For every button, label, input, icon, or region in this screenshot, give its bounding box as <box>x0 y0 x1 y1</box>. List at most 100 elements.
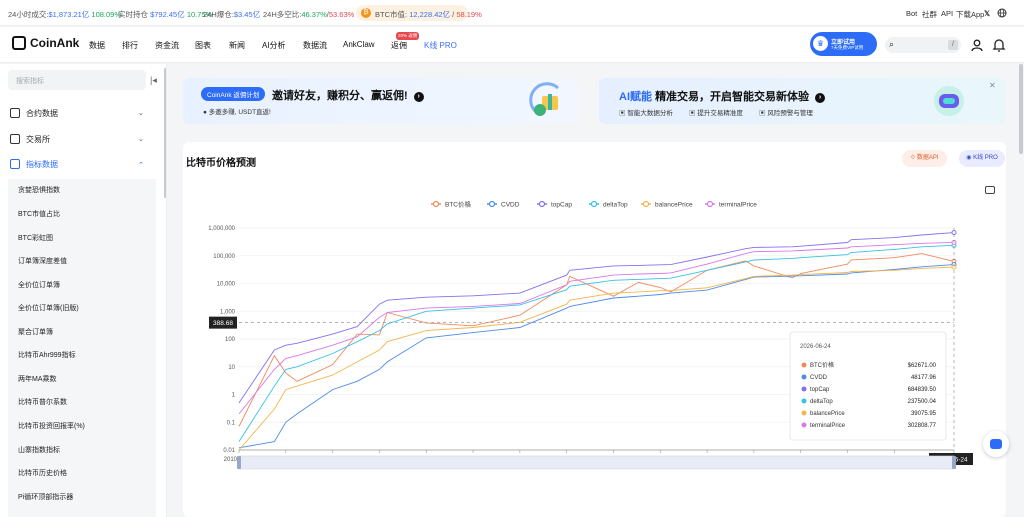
nav-ranking[interactable]: 排行 <box>122 40 138 51</box>
list-item[interactable]: 全价位订单簿(旧版) <box>18 303 79 313</box>
long-short-stat: 24H多空比:46.37%/53.63% <box>263 10 355 19</box>
bell-icon[interactable] <box>992 38 1006 52</box>
list-item[interactable]: 订单簿深度差值 <box>18 256 67 266</box>
y-tick-label: 100 <box>225 337 236 343</box>
page-scrollbar[interactable] <box>1019 64 1023 154</box>
ai-trading-banner[interactable]: AI赋能 精准交易，开启智能交易新体验 › ▣ 智能大数据分析 ▣ 提升交易精准度… <box>599 78 1006 124</box>
x-icon[interactable]: 𝕏 <box>984 9 990 18</box>
list-item[interactable]: 比特币投资回报率(%) <box>18 421 85 431</box>
y-tick-label: 10,000 <box>217 282 236 288</box>
nav-ai-analysis[interactable]: AI分析 <box>262 40 286 51</box>
price-prediction-card: 比特币价格预测 ⟐ 数据API ◉ K线 PRO BTC价格 CVDD topCap… <box>183 142 1006 517</box>
ai-robot-icon <box>934 86 964 116</box>
tooltip-swatch <box>801 422 807 428</box>
indicator-icon <box>10 159 20 169</box>
nav-rebate[interactable]: 返佣 <box>391 40 407 51</box>
global-search-input[interactable]: ⌕ / <box>885 37 961 53</box>
user-icon[interactable] <box>970 38 984 52</box>
arrow-right-icon: › <box>815 93 826 103</box>
collapse-sidebar-icon[interactable]: |◂ <box>150 75 157 86</box>
y-tick-label: 1,000,000 <box>208 226 235 232</box>
chat-support-button[interactable] <box>983 431 1009 457</box>
nav-fund-flow[interactable]: 资金流 <box>155 40 179 51</box>
range-handle-right <box>952 456 956 469</box>
range-slider <box>238 455 955 470</box>
legend-swatch-dot <box>642 200 650 208</box>
community-link[interactable]: 社群 <box>922 9 937 20</box>
tooltip-series-name: terminalPrice <box>810 423 846 429</box>
nav-charts[interactable]: 图表 <box>195 40 211 51</box>
logo-icon <box>12 36 26 50</box>
free-trial-button[interactable]: ♛ 立即试用 7天免费VIP试用 <box>810 32 877 56</box>
tooltip-series-name: BTC价格 <box>810 361 834 369</box>
list-item[interactable]: 聚合订单簿 <box>18 327 53 337</box>
chevron-down-icon[interactable]: ⌄ <box>138 135 144 143</box>
tooltip-swatch <box>801 398 807 404</box>
main-nav: CoinAnk 数据 排行 资金流 图表 新闻 AI分析 数据流 AnkClaw… <box>0 27 1024 63</box>
nav-ankclaw[interactable]: AnkClaw <box>343 40 375 49</box>
section-contract-data[interactable]: 合约数据 <box>10 108 58 119</box>
referral-title: 邀请好友，赚积分、赢返佣! › <box>272 87 424 103</box>
list-item[interactable]: BTC彩虹图 <box>18 233 53 243</box>
nav-kline-pro[interactable]: K线 PRO <box>424 40 457 51</box>
legend-label: topCap <box>551 202 572 209</box>
list-item[interactable]: 全价位订单簿 <box>18 280 60 290</box>
ticker-bar: 24小时成交:$1,873.21亿 108.09% 实时持仓 $792.45亿 … <box>0 0 1024 26</box>
list-item[interactable]: 比特币普尔系数 <box>18 397 67 407</box>
api-link[interactable]: API <box>941 9 953 18</box>
list-item[interactable]: 贪婪恐惧指数 <box>18 185 60 195</box>
chevron-down-icon[interactable]: ⌄ <box>138 109 144 117</box>
tooltip-value: 684839.50 <box>908 387 937 393</box>
ai-feature-1: ▣ 智能大数据分析 <box>619 110 673 117</box>
chevron-up-icon[interactable]: ⌃ <box>138 161 144 169</box>
indicator-search-input[interactable]: 搜索指标 <box>8 70 146 90</box>
coinank-logo[interactable]: CoinAnk <box>12 36 79 50</box>
globe-icon[interactable] <box>997 8 1007 18</box>
crosshair-y-label: 388.68 <box>213 320 233 327</box>
legend-label: BTC价格 <box>445 200 472 209</box>
chat-icon <box>990 439 1002 449</box>
crown-icon: ♛ <box>813 36 828 51</box>
download-app-link[interactable]: 下载App <box>956 9 984 20</box>
legend-label: terminalPrice <box>719 202 757 209</box>
arrow-right-icon: › <box>413 92 424 102</box>
hot-badge: 20% 返佣 <box>396 32 420 40</box>
list-item[interactable]: 山寨指数指标 <box>18 445 60 455</box>
tooltip-series-name: CVDD <box>810 375 828 381</box>
legend-swatch-dot <box>432 200 440 208</box>
bitcoin-icon: ₿ <box>361 8 371 18</box>
y-tick-label: 10 <box>228 365 235 371</box>
bank-icon <box>10 134 20 144</box>
referral-banner[interactable]: CoinAnk 返佣计划 邀请好友，赚积分、赢返佣! › ● 多邀多赚, USDT… <box>183 78 578 124</box>
tooltip-value: 48177.96 <box>911 375 937 381</box>
section-indicators[interactable]: 指标数据 <box>10 159 58 170</box>
list-item[interactable]: 比特币Ahr999指标 <box>18 350 76 360</box>
nav-data-stream[interactable]: 数据流 <box>303 40 327 51</box>
y-tick-label: 0.1 <box>227 420 236 426</box>
list-item[interactable]: Pi循环顶部指示器 <box>18 492 73 502</box>
sidebar: 搜索指标 |◂ 合约数据 ⌄ 交易所 ⌄ 指标数据 ⌃ 贪婪恐惧指数 BTC市值… <box>0 64 167 517</box>
indicator-submenu <box>8 179 156 517</box>
list-item[interactable]: 两年MA乘数 <box>18 374 57 384</box>
tooltip-series-name: balancePrice <box>810 411 845 417</box>
range-handle-left <box>237 456 241 469</box>
tooltip-swatch <box>801 362 807 368</box>
tooltip-series-name: deltaTop <box>810 399 833 405</box>
list-item[interactable]: BTC市值占比 <box>18 209 60 219</box>
section-exchanges[interactable]: 交易所 <box>10 134 50 145</box>
legend-swatch-dot <box>706 200 714 208</box>
bot-link[interactable]: Bot <box>906 9 917 18</box>
list-item[interactable]: 比特币历史价格 <box>18 468 67 478</box>
liquidation-stat: 24H爆仓:$3.45亿 <box>203 10 261 19</box>
price-chart[interactable]: BTC价格 CVDD topCap deltaTop balancePrice termi… <box>183 142 1006 517</box>
tooltip-value: 302808.77 <box>908 423 937 429</box>
btc-cap-pill: ₿ BTC市值: 12,228.42亿 / 58.19% <box>356 5 482 21</box>
nav-news[interactable]: 新闻 <box>229 40 245 51</box>
nav-data[interactable]: 数据 <box>89 40 105 51</box>
close-icon[interactable]: ✕ <box>989 81 996 90</box>
open-interest-stat: 实时持仓 $792.45亿 10.75% <box>118 10 213 19</box>
tooltip-swatch <box>801 410 807 416</box>
tooltip-date: 2026-06-24 <box>800 344 831 350</box>
y-tick-label: 1 <box>232 393 236 399</box>
search-icon: ⌕ <box>889 39 895 49</box>
